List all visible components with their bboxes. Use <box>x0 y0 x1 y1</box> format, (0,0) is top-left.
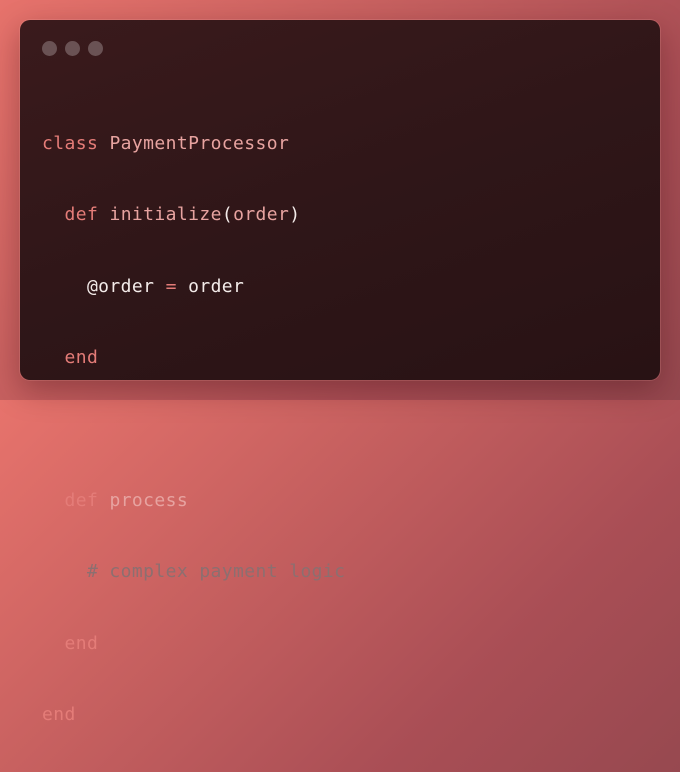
code-token: @order <box>42 275 166 297</box>
code-token: def <box>64 489 99 511</box>
code-token: # complex payment logic <box>42 561 346 583</box>
code-block: class PaymentProcessor def initialize(or… <box>42 87 345 772</box>
code-token: class <box>42 133 99 154</box>
window-dot-icon <box>65 41 80 56</box>
code-line: end <box>42 343 345 372</box>
code-token: end <box>64 632 99 654</box>
window-controls <box>42 41 103 56</box>
code-token: ( <box>221 204 234 226</box>
code-token: def <box>64 204 99 226</box>
code-token: PaymentProcessor <box>109 133 290 154</box>
code-line: def process <box>42 486 345 515</box>
code-token: = <box>165 275 177 297</box>
code-token: initialize <box>109 204 222 226</box>
code-token: process <box>109 489 189 511</box>
code-token: ) <box>289 204 301 226</box>
code-line: def initialize(order) <box>42 200 345 229</box>
code-token: end <box>42 704 76 726</box>
code-window: class PaymentProcessor def initialize(or… <box>20 20 660 725</box>
code-token: order <box>176 275 245 297</box>
code-line: class PaymentProcessor <box>42 129 345 158</box>
code-token: end <box>64 347 99 369</box>
code-line: end <box>42 629 345 658</box>
window-dot-icon <box>42 41 57 56</box>
code-line: # complex payment logic <box>42 557 345 586</box>
window-dot-icon <box>88 41 103 56</box>
code-line: @order = order <box>42 272 345 301</box>
code-line: end <box>42 700 345 729</box>
code-token: order <box>233 204 290 226</box>
